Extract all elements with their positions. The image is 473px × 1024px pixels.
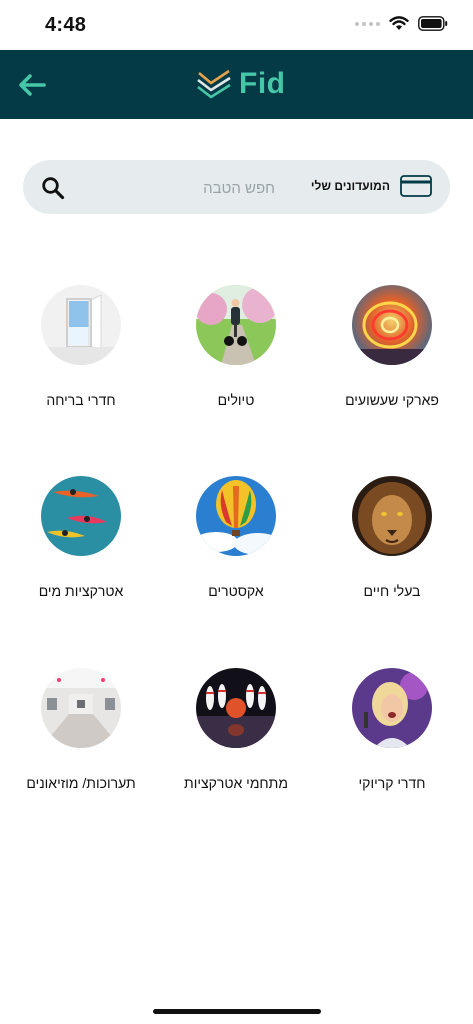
my-clubs-label: המועדונים שלי (310, 179, 390, 193)
cellular-signal-icon (355, 21, 380, 26)
category-amusement-parks[interactable]: פארקי שעשועים (322, 285, 462, 410)
bowling-image (196, 668, 276, 748)
category-label: חדרי בריחה (46, 392, 116, 408)
logo-text: Fid (239, 67, 286, 100)
search-input[interactable] (73, 172, 277, 204)
category-label: מתחמי אטרקציות (184, 775, 288, 791)
back-arrow-icon (19, 74, 46, 96)
my-clubs-button[interactable]: המועדונים שלי (311, 175, 432, 197)
credit-card-icon (400, 175, 432, 197)
search-icon[interactable] (41, 176, 65, 200)
museum-gallery-image (41, 668, 121, 748)
status-time: 4:48 (45, 14, 87, 36)
logo-layers-icon (197, 69, 231, 99)
category-trips[interactable]: טיולים (166, 285, 306, 410)
back-button[interactable] (16, 71, 48, 99)
wifi-icon (389, 16, 409, 30)
app-header: Fid (0, 50, 473, 119)
home-indicator[interactable] (153, 1009, 321, 1014)
category-attraction-complexes[interactable]: מתחמי אטרקציות (166, 668, 306, 793)
category-extreme[interactable]: אקסטרים (166, 476, 306, 601)
category-label: פארקי שעשועים (345, 392, 439, 408)
category-water-attractions[interactable]: אטרקציות מים (11, 476, 151, 601)
category-label: תערוכות/ מוזיאונים (26, 775, 136, 791)
category-exhibitions-museums[interactable]: תערוכות/ מוזיאונים (11, 668, 151, 793)
app-logo: Fid (195, 67, 286, 101)
search-bar: המועדונים שלי (23, 160, 450, 214)
category-escape-rooms[interactable]: חדרי בריחה (11, 285, 151, 410)
hot-air-balloon-image (196, 476, 276, 556)
category-label: בעלי חיים (363, 583, 421, 599)
singing-woman-image (352, 668, 432, 748)
open-door-image (41, 285, 121, 365)
category-label: אקסטרים (208, 583, 264, 599)
ferris-wheel-image (352, 285, 432, 365)
kayaks-image (41, 476, 121, 556)
category-animals[interactable]: בעלי חיים (322, 476, 462, 601)
category-label: טיולים (217, 392, 255, 408)
status-bar: 4:48 (0, 0, 473, 50)
segway-trail-image (196, 285, 276, 365)
category-karaoke-rooms[interactable]: חדרי קריוקי (322, 668, 462, 793)
status-icons (355, 16, 448, 31)
battery-icon (418, 16, 448, 31)
category-label: חדרי קריוקי (358, 775, 426, 791)
category-label: אטרקציות מים (38, 583, 124, 599)
lion-image (352, 476, 432, 556)
